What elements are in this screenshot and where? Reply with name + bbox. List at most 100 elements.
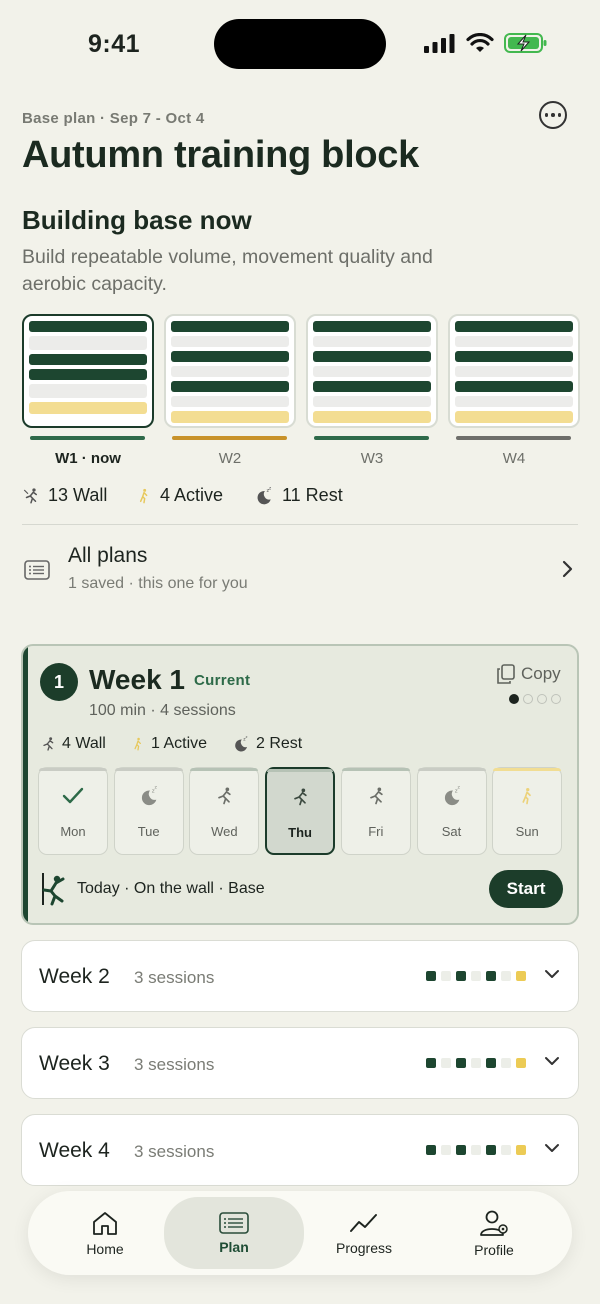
rest-day-dot [501,1145,511,1155]
wall-session-bar [455,351,573,362]
week-wall-count: 4 Wall [62,735,106,752]
day-icon-wrap: zz [138,768,160,824]
current-week-title: Week 1 [89,664,185,695]
wall-day-dot [426,971,436,981]
week-overview-card[interactable] [306,314,438,428]
week-overview-label: W3 [360,450,384,467]
wifi-icon [466,33,494,52]
wall-session-bar [455,381,573,392]
current-week-card[interactable]: 1 Week 1 Current 100 min · 4 sessions Co… [21,644,579,925]
wall-session-bar [29,354,147,365]
start-button[interactable]: Start [489,870,563,908]
day-thu[interactable]: Thu [265,767,336,855]
wall-session-bar [171,381,289,392]
week-row-day-dots [426,971,526,981]
chevron-down-icon[interactable] [544,1056,560,1066]
tab-progress[interactable]: Progress [294,1191,434,1275]
rest-day-bar [313,396,431,407]
svg-text:z: z [269,486,271,490]
week-row-title: Week 2 [39,965,110,988]
phase-title: Building base now [22,205,252,235]
week-row[interactable]: Week 4 3 sessions [21,1114,579,1186]
week-summary-wall: 4 Wall [40,735,106,753]
more-options-button[interactable] [539,101,567,129]
status-time: 9:41 [88,30,141,58]
day-icon-wrap [62,768,84,824]
climber-icon [23,487,37,503]
page-dot [523,694,533,704]
wall-session-bar [29,369,147,380]
profile-icon [480,1210,508,1236]
page-indicator [509,694,561,704]
day-sun[interactable]: Sun [492,767,563,855]
status-icons [424,32,548,54]
wall-session-bar [313,321,431,332]
week-row-title: Week 3 [39,1052,110,1075]
wall-session-bar [313,381,431,392]
day-tue[interactable]: z z Tue [113,767,184,855]
week-overview-card[interactable] [448,314,580,428]
week-row-sessions: 3 sessions [134,968,215,987]
all-plans-link[interactable]: All plans [68,544,147,568]
chevron-down-icon[interactable] [544,969,560,979]
week-overview-label: W1 · now [55,450,121,467]
list-icon [24,560,50,580]
wall-day-dot [486,1058,496,1068]
day-type-indicator [493,768,562,771]
day-icon-wrap [366,768,386,824]
wall-day-dot [486,971,496,981]
wall-day-dot [456,1058,466,1068]
tab-home-label: Home [86,1240,124,1257]
rest-day-bar [29,336,147,350]
rest-day-bar [171,366,289,377]
day-mon[interactable]: Mon [38,767,108,855]
tab-home[interactable]: Home [35,1191,175,1275]
week-overview-card[interactable] [22,314,154,428]
wall-session-bar [455,321,573,332]
rest-day-bar [455,336,573,347]
week-row[interactable]: Week 3 3 sessions [21,1027,579,1099]
rest-day-dot [441,971,451,981]
rest-day-bar [171,336,289,347]
day-icon-wrap [290,769,310,825]
day-type-indicator [190,768,259,771]
copy-button[interactable]: Copy [497,664,561,684]
week-row[interactable]: Week 2 3 sessions [21,940,579,1012]
week-underline [30,436,145,440]
rest-day-dot [471,971,481,981]
wall-day-dot [456,971,466,981]
page-dot [551,694,561,704]
week-overview-card[interactable] [164,314,296,428]
active-day-dot [516,1145,526,1155]
wall-session-bar [313,351,431,362]
all-plans-subtitle: 1 saved · this one for you [68,575,248,592]
plan-summary-active: 4 Active [136,485,223,506]
week-row-sessions: 3 sessions [134,1142,215,1161]
active-session-bar [29,402,147,414]
week-overview-label: W4 [502,450,526,467]
day-label: Mon [60,824,86,839]
copy-label: Copy [521,664,561,683]
active-session-bar [455,411,573,423]
week-summary-rest: zz 2 Rest [232,735,302,753]
progress-icon [350,1213,377,1232]
day-fri[interactable]: Fri [340,767,411,855]
phase-description: Build repeatable volume, movement qualit… [22,246,433,295]
day-type-indicator [114,768,183,771]
current-tag: Current [194,672,251,689]
chevron-right-icon[interactable] [562,560,574,578]
tab-profile[interactable]: Profile [424,1191,564,1275]
tab-plan[interactable]: Plan [164,1197,304,1269]
more-dot-icon [557,113,562,117]
chevron-down-icon[interactable] [544,1143,560,1153]
day-wed[interactable]: Wed [189,767,260,855]
active-walker-icon [139,488,148,503]
week-number-badge: 1 [40,663,78,701]
rest-count: 11 Rest [282,485,343,505]
climber-icon [43,737,54,751]
day-sat[interactable]: z z Sat [416,767,487,855]
week-row-title: Week 4 [39,1139,110,1162]
active-walker-icon [522,787,532,805]
week-underline [172,436,287,440]
more-dot-icon [551,113,555,117]
